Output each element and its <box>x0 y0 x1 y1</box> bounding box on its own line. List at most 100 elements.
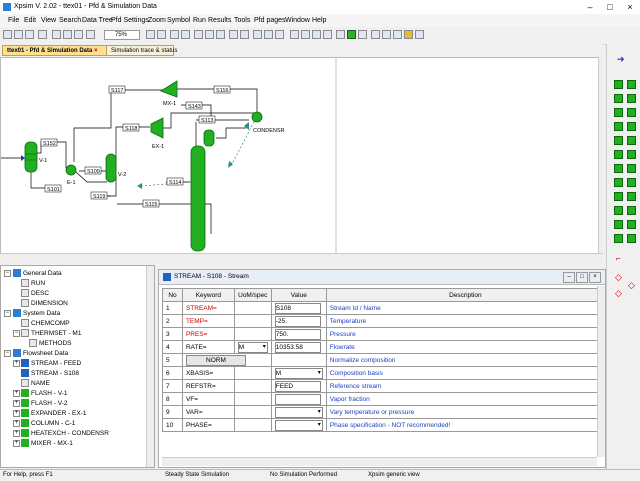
zoom-fit-icon[interactable] <box>170 30 179 39</box>
print-icon[interactable] <box>38 30 47 39</box>
tree-item-run[interactable]: RUN <box>31 279 45 288</box>
tree-item-stream-feed[interactable]: STREAM - FEED <box>31 359 81 368</box>
collapse-icon[interactable]: − <box>4 310 11 317</box>
table-icon[interactable] <box>301 30 310 39</box>
tree-item-thermset[interactable]: THERMSET - M1 <box>31 329 81 338</box>
tree-item-mixer-mx1[interactable]: MIXER - MX-1 <box>31 439 73 448</box>
expand-icon[interactable]: + <box>13 440 20 447</box>
palette-controller-icon[interactable] <box>627 234 636 243</box>
condenser[interactable] <box>251 111 263 123</box>
tree-item-heatexch-condensr[interactable]: HEATEXCH - CONDENSR <box>31 429 109 438</box>
row-uom[interactable]: M <box>233 340 272 354</box>
help-icon[interactable] <box>404 30 413 39</box>
tree-item-general-data[interactable]: General Data <box>23 269 62 278</box>
run-icon[interactable] <box>347 30 356 39</box>
palette-reactor-icon[interactable] <box>627 136 636 145</box>
row-value[interactable]: M <box>270 366 327 380</box>
value-select[interactable]: M <box>274 367 323 379</box>
menu-zoom[interactable]: Zoom <box>148 16 166 25</box>
value-select[interactable] <box>274 406 323 418</box>
palette-mixer-icon[interactable] <box>614 108 623 117</box>
value-input[interactable]: S108 <box>274 302 321 314</box>
column-c1[interactable] <box>190 145 206 252</box>
table-row[interactable]: 1 STREAM= S108 Stream Id / Name <box>162 301 606 315</box>
error-icon[interactable]: ◇ <box>615 288 622 299</box>
zoom-select[interactable]: 75% <box>104 30 140 40</box>
grid-icon[interactable] <box>290 30 299 39</box>
mixer-mx1[interactable] <box>160 80 178 98</box>
row-value[interactable]: -25. <box>270 314 327 328</box>
menu-pfd-pages[interactable]: Pfd pages <box>254 16 286 25</box>
palette-furnace-icon[interactable] <box>614 220 623 229</box>
table-row[interactable]: 9 VAR= Vary temperature or pressure <box>162 405 606 419</box>
palette-stream-icon[interactable] <box>614 234 623 243</box>
palette-turbine-icon[interactable] <box>627 220 636 229</box>
palette-flash-icon[interactable] <box>614 80 623 89</box>
value-input[interactable] <box>274 393 321 405</box>
table-row[interactable]: 2 TEMP= -25. Temperature <box>162 314 606 328</box>
palette-condenser-icon[interactable] <box>627 192 636 201</box>
arrow-icon[interactable] <box>229 30 238 39</box>
unlink-icon[interactable] <box>275 30 284 39</box>
export-icon[interactable] <box>393 30 402 39</box>
open-icon[interactable] <box>14 30 23 39</box>
palette-cooler-icon[interactable] <box>627 122 636 131</box>
table-row[interactable]: 4 RATE= M 10353.58 Flowrate <box>162 340 606 354</box>
value-select[interactable] <box>274 419 323 431</box>
maximize-button[interactable]: □ <box>600 1 620 13</box>
palette-exchanger-icon[interactable] <box>627 150 636 159</box>
zoom-in-icon[interactable] <box>146 30 155 39</box>
row-keyword[interactable]: NORM <box>181 353 272 367</box>
palette-tank-icon[interactable] <box>614 164 623 173</box>
cut-icon[interactable] <box>52 30 61 39</box>
expand-icon[interactable]: + <box>13 430 20 437</box>
flip-icon[interactable] <box>181 30 190 39</box>
row-value[interactable] <box>270 405 327 419</box>
tree-item-chemcomp[interactable]: CHEMCOMP <box>31 319 70 328</box>
new-icon[interactable] <box>3 30 12 39</box>
select-icon[interactable] <box>240 30 249 39</box>
copy-icon[interactable] <box>63 30 72 39</box>
expand-icon[interactable]: + <box>13 390 20 397</box>
tree-item-flowsheet-data[interactable]: Flowsheet Data <box>23 349 68 358</box>
palette-reboiler-icon[interactable] <box>614 206 623 215</box>
uom-select[interactable]: M <box>237 341 268 353</box>
collapse-icon[interactable]: − <box>4 350 11 357</box>
palette-compressor-icon[interactable] <box>627 94 636 103</box>
expand-icon[interactable]: + <box>13 360 20 367</box>
link-icon[interactable] <box>264 30 273 39</box>
palette-stripper-icon[interactable] <box>614 192 623 201</box>
palette-heater-icon[interactable] <box>614 122 623 131</box>
collapse-icon[interactable]: − <box>13 330 20 337</box>
layers-icon[interactable] <box>323 30 332 39</box>
menu-edit[interactable]: Edit <box>24 16 36 25</box>
palette-pump-icon[interactable] <box>614 94 623 103</box>
row-value[interactable]: 10353.58 <box>270 340 327 354</box>
expand-icon[interactable]: + <box>13 400 20 407</box>
pfd-canvas[interactable]: S117 S116 S143 S113 S118 S152 S109 S101 … <box>0 57 603 262</box>
stop-icon[interactable] <box>336 30 345 39</box>
row-value[interactable]: FEED <box>270 379 327 393</box>
flash-drum-v1[interactable] <box>24 141 38 173</box>
expander-ex1[interactable] <box>150 117 164 139</box>
palette-separator-icon[interactable] <box>614 178 623 187</box>
tree-item-expander-ex1[interactable]: EXPANDER - EX-1 <box>31 409 87 418</box>
palette-splitter-icon[interactable] <box>627 108 636 117</box>
minimize-button[interactable]: – <box>580 1 600 13</box>
menu-window[interactable]: Window <box>285 16 310 25</box>
value-input[interactable]: 10353.58 <box>274 341 321 353</box>
table-row[interactable]: 3 PRES= 750. Pressure <box>162 327 606 341</box>
menu-pfd-settings[interactable]: Pfd Settings <box>111 16 149 25</box>
heat-exchanger-e1[interactable] <box>65 164 77 176</box>
table-row[interactable]: 5 NORM Normalize composition <box>162 353 606 367</box>
table-row[interactable]: 10 PHASE= Phase specification - NOT reco… <box>162 418 606 432</box>
paste-icon[interactable] <box>74 30 83 39</box>
menu-results[interactable]: Results <box>208 16 231 25</box>
palette-drum-icon[interactable] <box>627 164 636 173</box>
results-icon[interactable] <box>382 30 391 39</box>
table-row[interactable]: 8 VF= Vapor fraction <box>162 392 606 406</box>
tree-item-system-data[interactable]: System Data <box>23 309 60 318</box>
table-row[interactable]: 7 REFSTR= FEED Reference stream <box>162 379 606 393</box>
chart-icon[interactable] <box>312 30 321 39</box>
row-value[interactable] <box>270 418 327 432</box>
